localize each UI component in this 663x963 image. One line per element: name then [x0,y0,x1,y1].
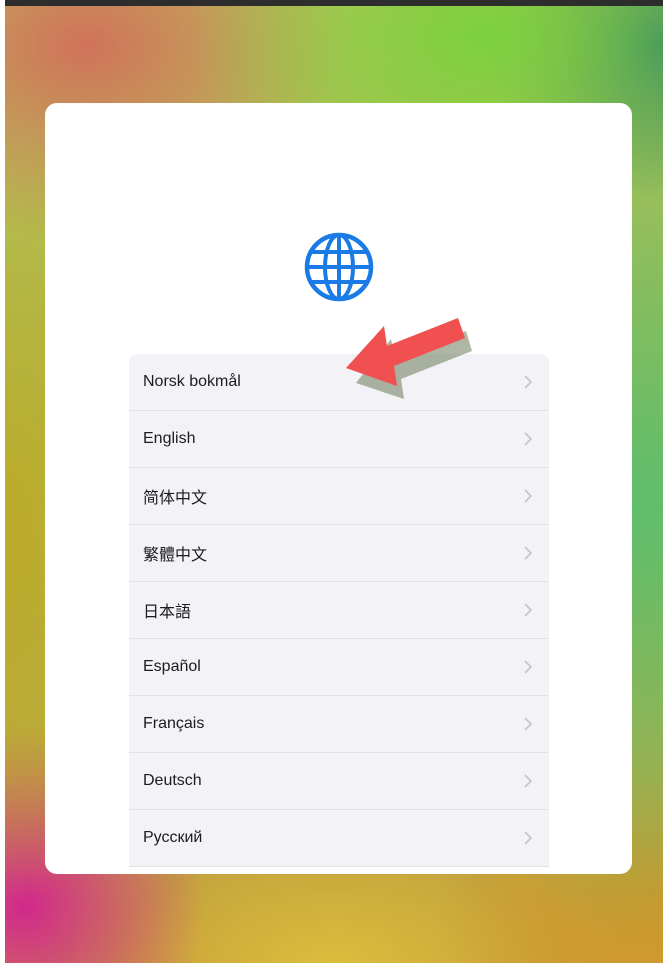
chevron-right-icon [524,489,533,503]
language-item-russian[interactable]: Русский [129,810,549,867]
chevron-right-icon [524,717,533,731]
chevron-right-icon [524,546,533,560]
language-item-traditional-chinese[interactable]: 繁體中文 [129,525,549,582]
wallpaper-background: Norsk bokmål English 简体中文 繁體中文 日本語 Españ… [5,6,663,963]
chevron-right-icon [524,375,533,389]
chevron-right-icon [524,603,533,617]
chevron-right-icon [524,432,533,446]
language-label: 日本語 [143,604,192,621]
chevron-right-icon [524,831,533,845]
language-selection-sheet: Norsk bokmål English 简体中文 繁體中文 日本語 Españ… [45,103,632,874]
language-label: 繁體中文 [143,547,208,564]
chevron-right-icon [524,774,533,788]
language-item-simplified-chinese[interactable]: 简体中文 [129,468,549,525]
language-label: Français [143,715,205,732]
language-label: Deutsch [143,772,202,789]
language-label: Español [143,658,201,675]
language-item-japanese[interactable]: 日本語 [129,582,549,639]
language-list: Norsk bokmål English 简体中文 繁體中文 日本語 Españ… [129,354,549,867]
red-arrow-annotation [346,318,472,399]
chevron-right-icon [524,660,533,674]
language-label: 简体中文 [143,490,208,507]
globe-icon [304,232,374,302]
language-label: Русский [143,829,203,846]
language-item-german[interactable]: Deutsch [129,753,549,810]
language-label: Norsk bokmål [143,373,241,390]
language-label: English [143,430,196,447]
language-item-french[interactable]: Français [129,696,549,753]
language-item-english[interactable]: English [129,411,549,468]
language-item-spanish[interactable]: Español [129,639,549,696]
